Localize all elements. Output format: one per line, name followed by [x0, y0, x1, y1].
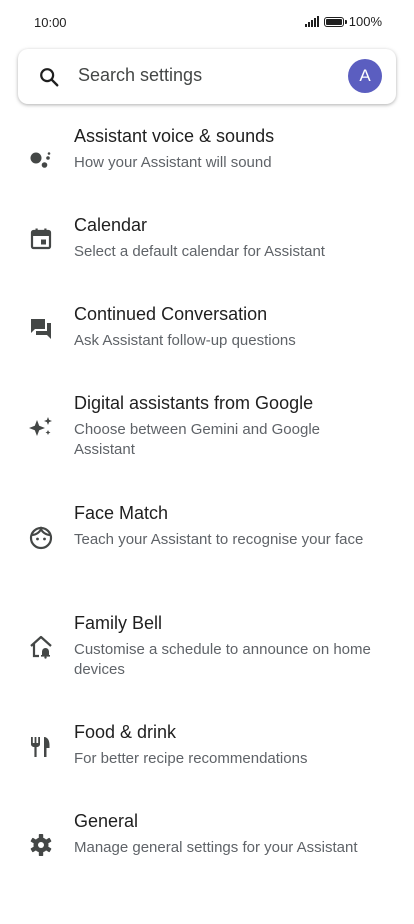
- setting-family-bell[interactable]: Family Bell Customise a schedule to anno…: [0, 613, 414, 703]
- status-time: 10:00: [34, 15, 67, 30]
- setting-description: Customise a schedule to announce on home…: [74, 641, 371, 678]
- setting-title: Continued Conversation: [74, 304, 268, 324]
- search-icon: [38, 66, 60, 88]
- setting-continued-conversation[interactable]: Continued Conversation Ask Assistant fol…: [0, 304, 414, 374]
- home-bell-icon: [28, 634, 54, 660]
- setting-description: How your Assistant will sound: [74, 154, 272, 171]
- gear-icon: [28, 832, 54, 858]
- chat-icon: [28, 316, 54, 342]
- battery-percent: 100%: [348, 14, 382, 29]
- battery-icon: [323, 16, 347, 27]
- setting-title: General: [74, 811, 139, 831]
- setting-general[interactable]: General Manage general settings for your…: [0, 811, 414, 901]
- setting-face-match[interactable]: Face Match Teach your Assistant to recog…: [0, 503, 414, 593]
- setting-description: For better recipe recommendations: [74, 750, 308, 767]
- setting-calendar[interactable]: Calendar Select a default calendar for A…: [0, 215, 414, 285]
- setting-description: Choose between Gemini and Google Assista…: [74, 421, 320, 458]
- avatar[interactable]: A: [348, 59, 382, 93]
- setting-description: Teach your Assistant to recognise your f…: [74, 531, 364, 548]
- restaurant-icon: [28, 734, 54, 760]
- search-bar[interactable]: Search settings A: [18, 49, 396, 104]
- calendar-icon: [28, 226, 54, 252]
- setting-description: Ask Assistant follow-up questions: [74, 332, 296, 349]
- setting-title: Assistant voice & sounds: [74, 126, 275, 146]
- sparkle-icon: [28, 414, 54, 440]
- setting-assistant-voice[interactable]: Assistant voice & sounds How your Assist…: [0, 126, 414, 196]
- assistant-voice-icon: [28, 146, 54, 172]
- setting-title: Digital assistants from Google: [74, 393, 314, 413]
- setting-title: Family Bell: [74, 613, 163, 633]
- search-input[interactable]: Search settings: [78, 65, 202, 86]
- face-icon: [28, 524, 54, 550]
- status-indicators: 100%: [304, 14, 382, 29]
- setting-title: Calendar: [74, 215, 148, 235]
- status-bar: 10:00 100%: [0, 0, 414, 46]
- setting-description: Select a default calendar for Assistant: [74, 243, 325, 260]
- setting-food-drink[interactable]: Food & drink For better recipe recommend…: [0, 722, 414, 792]
- signal-icon: [304, 16, 319, 27]
- setting-description: Manage general settings for your Assista…: [74, 839, 358, 856]
- setting-title: Face Match: [74, 503, 169, 523]
- setting-digital-assistants[interactable]: Digital assistants from Google Choose be…: [0, 393, 414, 483]
- setting-title: Food & drink: [74, 722, 177, 742]
